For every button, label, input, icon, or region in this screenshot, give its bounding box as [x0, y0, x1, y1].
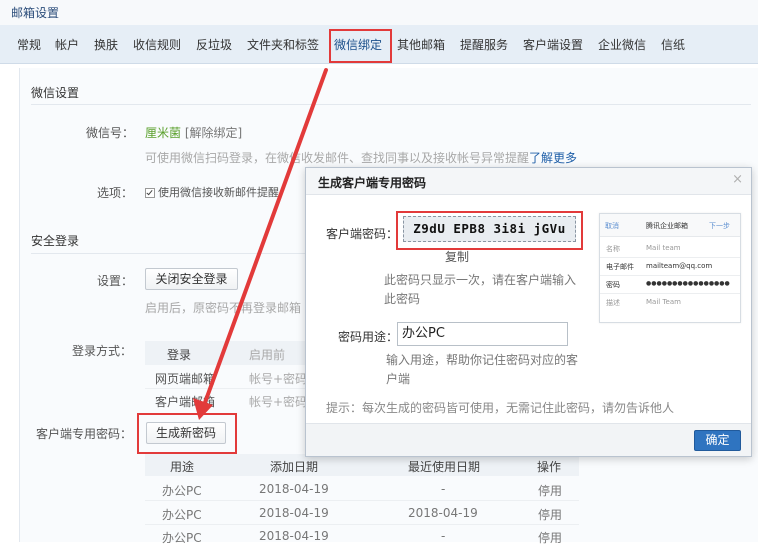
wechat-hint: 可使用微信扫码登录，在微信收发邮件、查找同事以及接收帐号异常提醒了解更多: [145, 149, 577, 166]
new-mail-reminder-checkbox[interactable]: [145, 188, 155, 198]
wechat-id-label: 微信号：: [86, 126, 135, 140]
generate-password-button[interactable]: 生成新密码: [146, 422, 226, 444]
tab-account[interactable]: 帐户: [55, 36, 79, 53]
login-method-web-before: 帐号+密码: [249, 372, 308, 386]
tab-reminder-service[interactable]: 提醒服务: [460, 36, 508, 53]
security-setting-label: 设置：: [97, 274, 134, 288]
tab-anti-spam[interactable]: 反垃圾: [196, 36, 232, 53]
login-method-header-login: 登录: [167, 348, 192, 362]
password-row-last-used: 2018-04-19: [408, 506, 478, 520]
security-section-title: 安全登录: [31, 234, 80, 248]
page-header: 邮箱设置: [0, 0, 758, 25]
preview-row-label: 密码: [606, 281, 620, 289]
wechat-section-title: 微信设置: [31, 86, 80, 100]
tab-other-mailbox[interactable]: 其他邮箱: [397, 36, 445, 53]
use-note-line1: 输入用途，帮助你记住密码对应的客: [386, 353, 579, 367]
dialog-header: 生成客户端专用密码 ×: [306, 168, 751, 195]
password-row-added: 2018-04-19: [259, 482, 329, 496]
login-method-client: 客户端邮箱: [155, 395, 216, 409]
tab-skin[interactable]: 换肤: [94, 36, 118, 53]
preview-divider: [600, 257, 740, 258]
close-icon[interactable]: ×: [732, 172, 743, 187]
password-row-use: 办公PC: [162, 531, 202, 545]
password-table-header: [145, 454, 579, 476]
password-header-action: 操作: [537, 460, 562, 474]
copy-link[interactable]: 复制: [445, 248, 469, 265]
generated-password[interactable]: Z9dU EPB8 3i8i jGVu: [403, 216, 576, 242]
password-row-disable-link[interactable]: 停用: [538, 482, 562, 499]
tab-stationery[interactable]: 信纸: [661, 36, 685, 53]
row-divider: [145, 388, 306, 389]
wechat-id-value: 厘米菌 [解除绑定]: [145, 124, 242, 141]
password-row-last-used: -: [441, 529, 446, 543]
wechat-name: 厘米菌: [145, 126, 182, 140]
use-note-line2: 户端: [386, 372, 411, 386]
preview-row-value: mailteam@qq.com: [646, 262, 713, 270]
option-label: 选项：: [97, 186, 134, 200]
tab-folders-labels[interactable]: 文件夹和标签: [247, 36, 319, 53]
preview-divider: [600, 275, 740, 276]
learn-more-link[interactable]: 了解更多: [529, 151, 577, 165]
preview-row-value: Mail team: [646, 244, 681, 252]
password-row-added: 2018-04-19: [259, 506, 329, 520]
password-header-last-used: 最近使用日期: [408, 460, 481, 474]
confirm-button[interactable]: 确定: [694, 430, 741, 451]
password-row-use: 办公PC: [162, 508, 202, 522]
tab-enterprise-wechat[interactable]: 企业微信: [598, 36, 646, 53]
row-divider: [145, 524, 579, 525]
row-divider: [145, 500, 579, 501]
preview-cancel: 取消: [605, 222, 619, 230]
section-divider: [31, 104, 751, 105]
preview-row-value: Mail Team: [646, 298, 681, 306]
login-method-client-before: 帐号+密码: [249, 395, 308, 409]
login-method-header-before: 启用前: [249, 348, 286, 362]
dialog-tip: 提示：每次生成的密码皆可使用，无需记住此密码，请勿告诉他人: [326, 401, 675, 415]
password-use-label: 密码用途：: [338, 330, 399, 344]
tab-receive-rules[interactable]: 收信规则: [133, 36, 181, 53]
preview-title: 腾讯企业邮箱: [646, 222, 688, 230]
client-password-field-label: 客户端密码：: [326, 227, 399, 241]
security-hint: 启用后，原密码不再登录邮箱: [145, 301, 302, 315]
login-method-label: 登录方式：: [72, 344, 133, 358]
tab-client-settings[interactable]: 客户端设置: [523, 36, 583, 53]
password-header-use: 用途: [170, 460, 195, 474]
password-note-line2: 此密码: [384, 292, 421, 306]
wechat-hint-text: 可使用微信扫码登录，在微信收发邮件、查找同事以及接收帐号异常提醒: [145, 151, 530, 165]
close-secure-login-button[interactable]: 关闭安全登录: [145, 268, 238, 290]
password-row-disable-link[interactable]: 停用: [538, 506, 562, 523]
password-row-disable-link[interactable]: 停用: [538, 529, 562, 546]
client-setup-preview: 取消 腾讯企业邮箱 下一步 名称 Mail team 电子邮件 mailteam…: [599, 213, 741, 323]
preview-row-label: 描述: [606, 299, 620, 307]
option-text: 使用微信接收新邮件提醒: [158, 186, 279, 199]
login-method-web: 网页端邮箱: [155, 372, 216, 386]
password-row-added: 2018-04-19: [259, 529, 329, 543]
preview-next: 下一步: [709, 222, 730, 230]
password-note-line1: 此密码只显示一次，请在客户端输入: [384, 273, 577, 287]
preview-row-label: 名称: [606, 245, 620, 253]
preview-divider: [600, 293, 740, 294]
preview-row-value: ●●●●●●●●●●●●●●●●: [646, 280, 730, 287]
preview-row-label: 电子邮件: [606, 263, 634, 271]
dialog-footer: 确定: [306, 423, 751, 456]
settings-tab-bar: 常规 帐户 换肤 收信规则 反垃圾 文件夹和标签 微信绑定 其他邮箱 提醒服务 …: [0, 25, 758, 64]
client-password-label: 客户端专用密码：: [36, 427, 133, 441]
page-title: 邮箱设置: [11, 6, 60, 20]
section-divider: [31, 253, 306, 254]
tab-general[interactable]: 常规: [17, 36, 41, 53]
new-mail-reminder-option[interactable]: 使用微信接收新邮件提醒: [145, 184, 279, 200]
password-row-last-used: -: [441, 482, 446, 496]
password-row-use: 办公PC: [162, 484, 202, 498]
unbind-link[interactable]: [解除绑定]: [185, 126, 242, 140]
preview-header: 取消 腾讯企业邮箱 下一步: [600, 214, 740, 237]
password-header-added: 添加日期: [270, 460, 319, 474]
dialog-title: 生成客户端专用密码: [318, 176, 427, 190]
generate-password-dialog: 生成客户端专用密码 × 客户端密码： Z9dU EPB8 3i8i jGVu 复…: [305, 167, 752, 457]
password-use-input[interactable]: 办公PC: [397, 322, 568, 346]
tab-wechat-binding[interactable]: 微信绑定: [334, 36, 382, 53]
